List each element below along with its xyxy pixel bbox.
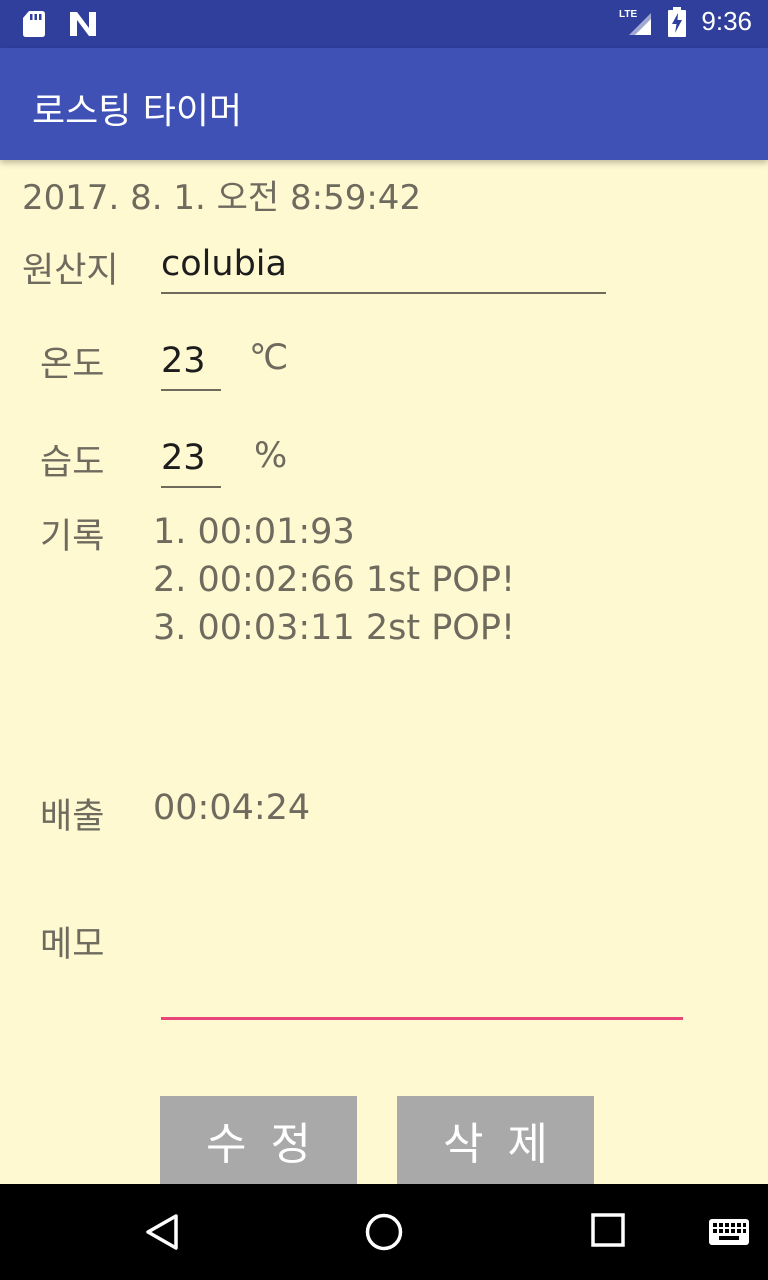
home-icon[interactable] xyxy=(364,1212,404,1252)
temperature-unit: ℃ xyxy=(249,338,289,378)
svg-text:LTE: LTE xyxy=(619,9,637,20)
edit-button[interactable]: 수정 xyxy=(160,1096,357,1186)
records-label: 기록 xyxy=(40,517,105,557)
memo-label: 메모 xyxy=(40,925,105,965)
page-title: 로스팅 타이머 xyxy=(32,91,243,132)
record-item: 3. 00:03:11 2st POP! xyxy=(153,608,515,648)
n-logo-icon xyxy=(70,12,96,36)
temperature-field[interactable]: 23 xyxy=(161,335,221,391)
keyboard-icon[interactable] xyxy=(708,1218,750,1246)
navigation-bar xyxy=(0,1184,768,1280)
app-bar: 로스팅 타이머 xyxy=(0,48,768,160)
records-list: 1. 00:01:93 2. 00:02:66 1st POP! 3. 00:0… xyxy=(153,508,515,652)
sd-card-icon xyxy=(23,11,45,37)
humidity-field[interactable]: 23 xyxy=(161,432,221,488)
memo-field[interactable] xyxy=(161,960,683,1020)
battery-charging-icon xyxy=(668,6,687,37)
release-time: 00:04:24 xyxy=(153,788,311,828)
roast-datetime: 2017. 8. 1. 오전 8:59:42 xyxy=(22,178,422,218)
temperature-value: 23 xyxy=(161,341,206,381)
back-icon[interactable] xyxy=(142,1212,180,1252)
origin-label: 원산지 xyxy=(22,251,119,291)
recents-icon[interactable] xyxy=(590,1212,626,1248)
record-item: 1. 00:01:93 xyxy=(153,512,355,552)
delete-button[interactable]: 삭제 xyxy=(397,1096,594,1186)
status-time: 9:36 xyxy=(701,6,752,36)
release-label: 배출 xyxy=(40,797,105,837)
origin-field[interactable]: colubia xyxy=(161,238,606,294)
humidity-unit: % xyxy=(254,436,288,476)
lte-signal-icon: LTE xyxy=(619,9,652,35)
origin-value: colubia xyxy=(161,244,287,284)
main-content: 2017. 8. 1. 오전 8:59:42 원산지 colubia 온도 23… xyxy=(0,160,768,1186)
record-item: 2. 00:02:66 1st POP! xyxy=(153,560,515,600)
temperature-label: 온도 xyxy=(40,345,105,385)
status-bar: LTE 9:36 xyxy=(0,0,768,48)
humidity-value: 23 xyxy=(161,438,206,478)
humidity-label: 습도 xyxy=(40,443,105,483)
